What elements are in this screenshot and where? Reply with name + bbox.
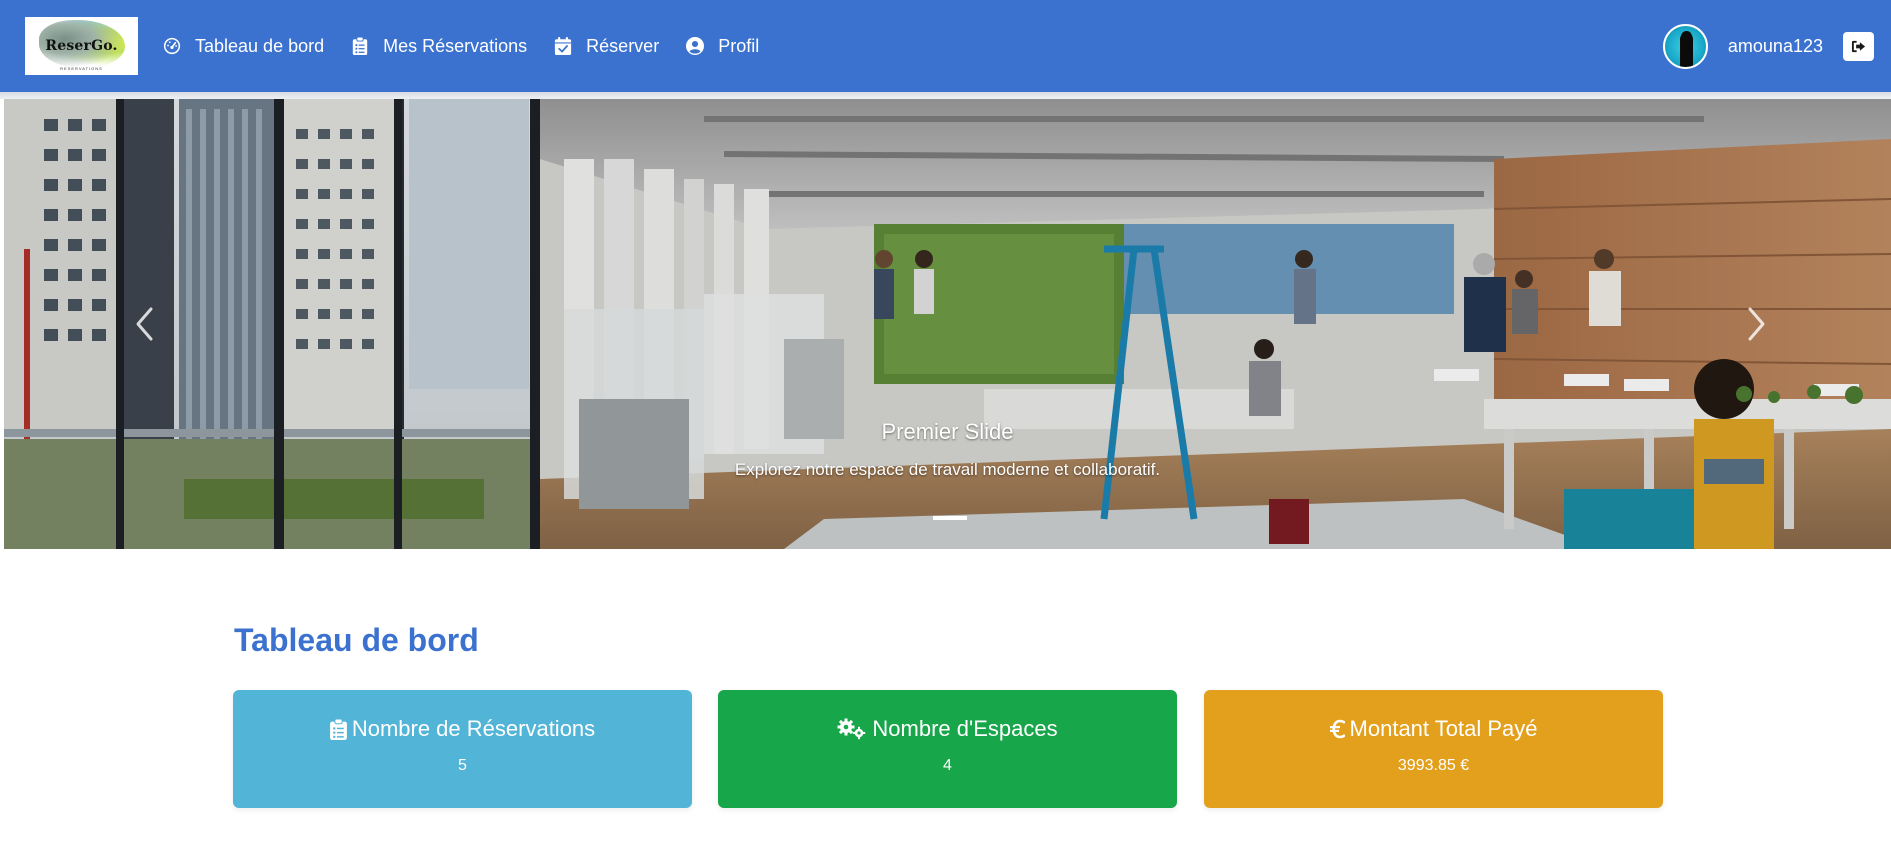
nav-item-profil[interactable]: Profil [686,36,759,57]
dashboard-gauge-icon [163,37,181,55]
navbar-shadow [0,92,1891,99]
euro-sign-icon [1329,719,1345,739]
logo-text: ReserGo. [45,38,118,54]
calendar-check-icon [555,37,572,55]
username: amouna123 [1727,35,1823,56]
nav-item-reserver[interactable]: Réserver [554,36,659,57]
card-title-row: Montant Total Payé [1204,716,1663,742]
logo-subtext: RESERVATIONS [60,66,103,71]
carousel-next-button[interactable] [1712,99,1802,549]
avatar-silhouette-body [1679,32,1693,67]
clipboard-list-icon [329,718,347,740]
logout-button[interactable] [1843,31,1874,61]
clipboard-list-icon [352,37,368,55]
nav-item-label: Mes Réservations [383,35,528,56]
slide-description: Explorez notre espace de travail moderne… [734,460,1161,479]
card-title-row: Nombre de Réservations [233,716,692,742]
chevron-left-icon [136,307,153,341]
card-value: 4 [943,757,952,774]
stat-card-reservations: Nombre de Réservations 5 [233,690,692,808]
nav-item-label: Réserver [586,35,660,56]
card-title: Nombre d'Espaces [872,716,1058,741]
chevron-right-icon [1748,307,1765,341]
card-title: Nombre de Réservations [351,716,596,741]
cogs-icon [837,718,866,740]
avatar[interactable] [1662,23,1708,69]
page-title: Tableau de bord [234,622,479,658]
nav-item-tableau-de-bord[interactable]: Tableau de bord [163,36,324,57]
user-area: amouna123 [1662,0,1874,92]
stat-card-espaces: Nombre d'Espaces 4 [718,690,1177,808]
nav-item-label: Tableau de bord [195,35,325,56]
nav-item-label: Profil [718,35,760,56]
card-title: Montant Total Payé [1349,716,1538,741]
slide-title: Premier Slide [881,419,1014,444]
card-value: 5 [458,757,467,774]
nav-item-mes-reservations[interactable]: Mes Réservations [351,36,527,57]
top-navbar: ReserGo. RESERVATIONS Tableau de bord Me… [0,0,1891,92]
carousel-prev-button[interactable] [99,99,189,549]
card-value: 3993.85 € [1397,757,1470,774]
nav-links: Tableau de bord Mes Réservations Réserve… [163,0,786,92]
coworking-office-photo [4,99,1891,549]
carousel-indicator-1[interactable] [933,516,967,520]
hero-carousel: Premier Slide Explorez notre espace de t… [4,99,1891,549]
sign-out-icon [1851,40,1866,52]
card-title-row: Nombre d'Espaces [718,716,1177,742]
app-logo[interactable]: ReserGo. RESERVATIONS [25,17,138,75]
user-circle-icon [686,37,705,55]
stat-card-montant: Montant Total Payé 3993.85 € [1204,690,1663,808]
